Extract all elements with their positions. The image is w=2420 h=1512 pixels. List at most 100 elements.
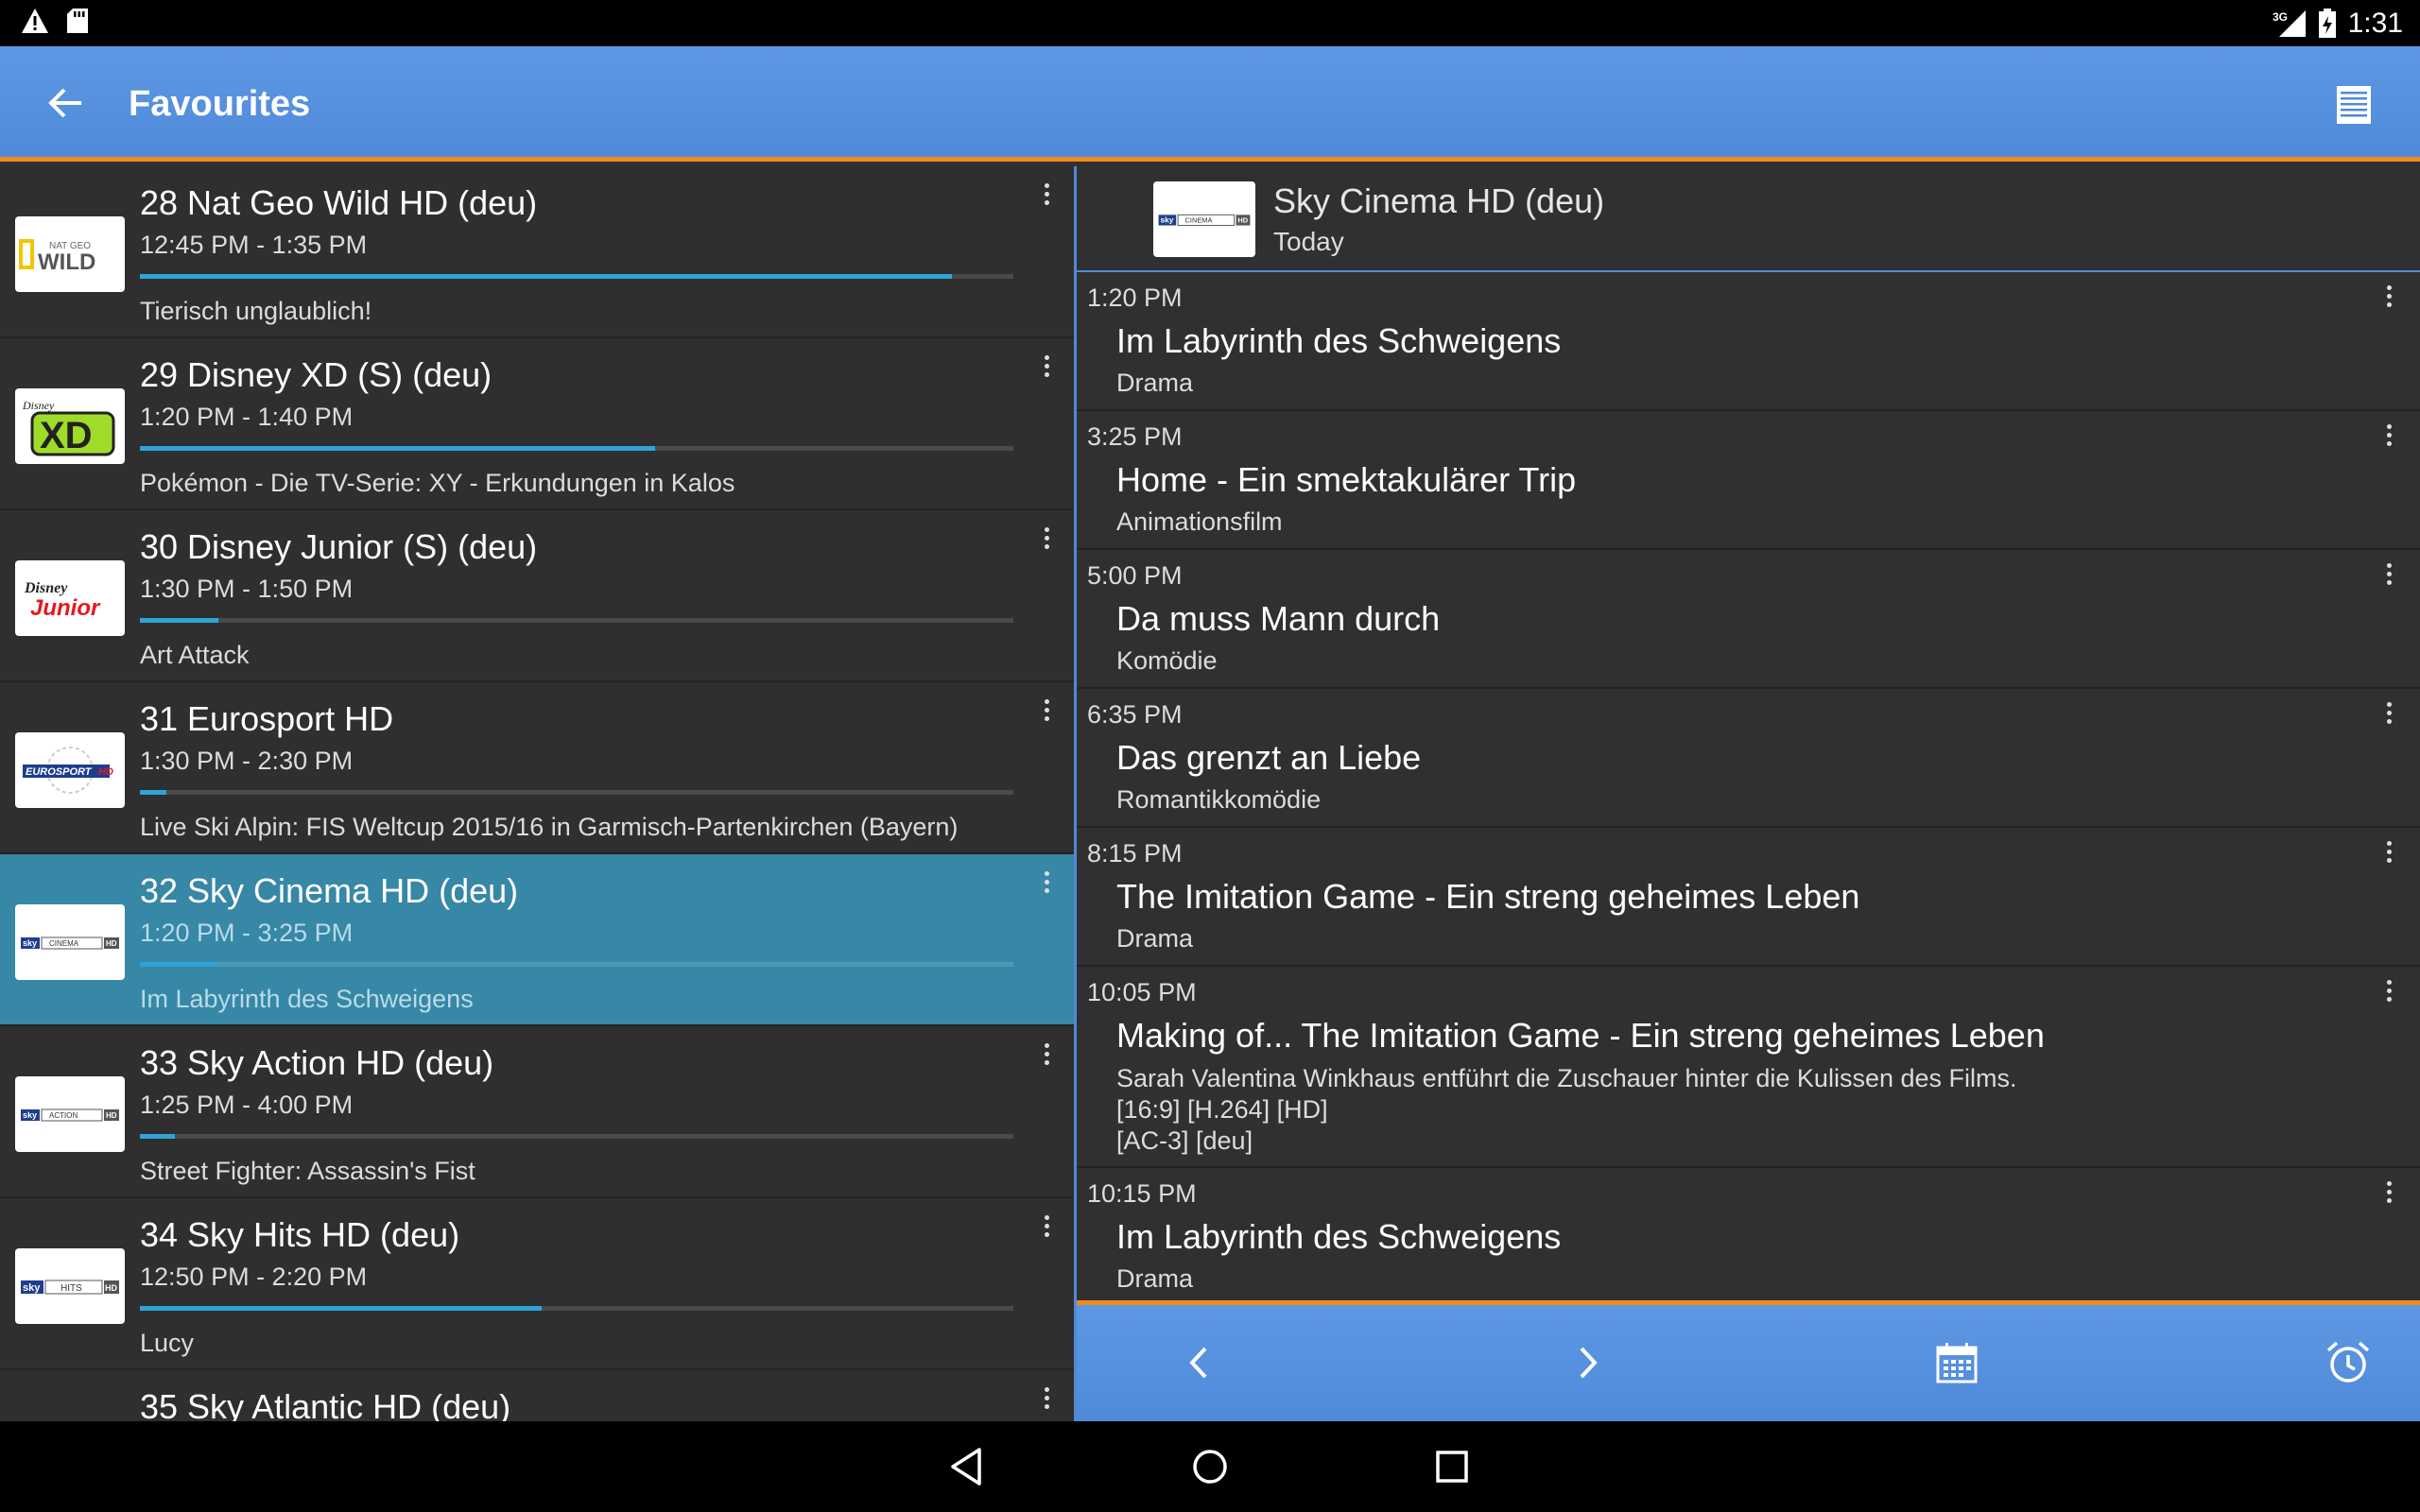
logo-text: HITS	[60, 1283, 82, 1294]
current-show: Live Ski Alpin: FIS Weltcup 2015/16 in G…	[140, 813, 959, 841]
program-genre: Romantikkomödie	[1116, 785, 1322, 814]
progress-fill	[140, 962, 219, 967]
program-item[interactable]: 10:05 PM Making of... The Imitation Game…	[1077, 967, 2420, 1168]
channel-row[interactable]: Disney Junior 30 Disney Junior (S) (deu)…	[0, 510, 1074, 682]
more-options-icon[interactable]	[1042, 355, 1051, 384]
logo-text: sky	[23, 1282, 41, 1294]
more-options-icon[interactable]	[2384, 702, 2394, 730]
channel-time: 1:20 PM - 1:40 PM	[140, 403, 354, 431]
channel-row[interactable]: sky ACTION HD 33 Sky Action HD (deu) 1:2…	[0, 1026, 1074, 1198]
program-description: Sarah Valentina Winkhaus entführt die Zu…	[1116, 1063, 2017, 1157]
guide-toolbar	[1077, 1300, 2420, 1421]
more-options-icon[interactable]	[2384, 841, 2394, 869]
more-options-icon[interactable]	[2384, 1181, 2394, 1210]
program-item[interactable]: 10:15 PM Im Labyrinth des Schweigens Dra…	[1077, 1168, 2420, 1307]
program-time: 8:15 PM	[1087, 839, 1183, 868]
next-day-icon[interactable]	[1564, 1339, 1612, 1386]
logo-text: sky	[23, 938, 37, 948]
logo-text: HD	[98, 766, 113, 778]
program-time: 10:15 PM	[1087, 1179, 1197, 1208]
program-time: 3:25 PM	[1087, 422, 1183, 451]
channel-time: 12:50 PM - 2:20 PM	[140, 1263, 368, 1291]
program-title: Im Labyrinth des Schweigens	[1116, 1217, 1562, 1256]
list-view-icon[interactable]	[2335, 84, 2373, 126]
current-show: Art Attack	[140, 641, 250, 669]
channel-row[interactable]: NAT GEO WILD 28 Nat Geo Wild HD (deu) 12…	[0, 166, 1074, 338]
more-options-icon[interactable]	[2384, 980, 2394, 1008]
channel-name: 30 Disney Junior (S) (deu)	[140, 527, 538, 566]
logo-text: WILD	[38, 249, 95, 275]
warning-icon	[22, 9, 48, 33]
guide-day: Today	[1273, 227, 1344, 256]
channel-row[interactable]: EUROSPORT HD 31 Eurosport HD 1:30 PM - 2…	[0, 682, 1074, 854]
clock: 1:31	[2347, 7, 2403, 39]
more-options-icon[interactable]	[1042, 1215, 1051, 1244]
logo-text: CINEMA	[1185, 216, 1213, 225]
channel-logo-disney-xd: Disney XD	[15, 388, 125, 464]
program-title: Home - Ein smektakulärer Trip	[1116, 460, 1577, 499]
current-show: Street Fighter: Assassin's Fist	[140, 1157, 475, 1185]
more-options-icon[interactable]	[2384, 424, 2394, 453]
program-item[interactable]: 1:20 PM Im Labyrinth des Schweigens Dram…	[1077, 272, 2420, 411]
channel-name: 35 Sky Atlantic HD (deu)	[140, 1387, 511, 1421]
nav-home-icon[interactable]	[1187, 1444, 1233, 1489]
channel-time: 1:25 PM - 4:00 PM	[140, 1091, 354, 1119]
channel-logo-sky-hits-hd: sky HITS HD	[15, 1248, 125, 1324]
program-title: Im Labyrinth des Schweigens	[1116, 321, 1562, 360]
channel-name: 29 Disney XD (S) (deu)	[140, 355, 493, 394]
description-line: [16:9] [H.264] [HD]	[1116, 1095, 1328, 1124]
previous-day-icon[interactable]	[1175, 1339, 1222, 1386]
status-bar: 3G 1:31	[0, 0, 2420, 46]
more-options-icon[interactable]	[1042, 1387, 1051, 1416]
back-arrow-icon[interactable]	[45, 82, 87, 124]
more-options-icon[interactable]	[1042, 871, 1051, 900]
alarm-clock-icon[interactable]	[2325, 1339, 2372, 1386]
channel-time: 12:45 PM - 1:35 PM	[140, 231, 368, 259]
channel-name: 31 Eurosport HD	[140, 699, 394, 738]
more-options-icon[interactable]	[1042, 527, 1051, 556]
logo-text: Disney	[22, 399, 55, 412]
channel-name: 32 Sky Cinema HD (deu)	[140, 871, 519, 910]
progress-bar	[140, 962, 1013, 967]
current-show: Pokémon - Die TV-Serie: XY - Erkundungen…	[140, 469, 735, 497]
channel-logo-sky-cinema-hd: sky CINEMA HD	[15, 904, 125, 980]
program-item[interactable]: 5:00 PM Da muss Mann durch Komödie	[1077, 550, 2420, 689]
logo-text: XD	[40, 415, 93, 456]
calendar-icon[interactable]	[1933, 1339, 1980, 1386]
guide-header: sky CINEMA HD Sky Cinema HD (deu) Today	[1077, 166, 2420, 272]
progress-fill	[140, 790, 166, 795]
channel-list[interactable]: NAT GEO WILD 28 Nat Geo Wild HD (deu) 12…	[0, 166, 1074, 1421]
more-options-icon[interactable]	[1042, 699, 1051, 728]
current-show: Im Labyrinth des Schweigens	[140, 985, 474, 1013]
logo-text: HD	[106, 939, 117, 948]
program-title: Das grenzt an Liebe	[1116, 738, 1422, 777]
program-time: 6:35 PM	[1087, 700, 1183, 729]
progress-bar	[140, 1306, 1013, 1311]
channel-row[interactable]: Disney XD 29 Disney XD (S) (deu) 1:20 PM…	[0, 338, 1074, 510]
channel-time: 1:30 PM - 1:50 PM	[140, 575, 354, 603]
logo-text: sky	[23, 1110, 37, 1120]
progress-fill	[140, 1306, 543, 1311]
nav-recents-icon[interactable]	[1429, 1444, 1475, 1489]
navigation-bar	[0, 1421, 2420, 1512]
more-options-icon[interactable]	[1042, 183, 1051, 212]
more-options-icon[interactable]	[1042, 1043, 1051, 1072]
program-item[interactable]: 8:15 PM The Imitation Game - Ein streng …	[1077, 828, 2420, 967]
channel-name: 34 Sky Hits HD (deu)	[140, 1215, 460, 1254]
channel-logo-sky-cinema-hd: sky CINEMA HD	[1153, 181, 1255, 257]
logo-text: ACTION	[49, 1111, 78, 1120]
progress-bar	[140, 274, 1013, 279]
program-guide: sky CINEMA HD Sky Cinema HD (deu) Today …	[1077, 166, 2420, 1421]
more-options-icon[interactable]	[2384, 563, 2394, 592]
channel-row[interactable]: sky HITS HD 34 Sky Hits HD (deu) 12:50 P…	[0, 1198, 1074, 1370]
channel-row[interactable]: 35 Sky Atlantic HD (deu)	[0, 1370, 1074, 1421]
progress-bar	[140, 446, 1013, 451]
logo-text: Junior	[30, 595, 101, 621]
progress-bar	[140, 618, 1013, 623]
nav-back-icon[interactable]	[945, 1444, 991, 1489]
program-item[interactable]: 6:35 PM Das grenzt an Liebe Romantikkomö…	[1077, 689, 2420, 828]
more-options-icon[interactable]	[2384, 285, 2394, 314]
program-item[interactable]: 3:25 PM Home - Ein smektakulärer Trip An…	[1077, 411, 2420, 550]
logo-text: HD	[106, 1111, 117, 1120]
channel-row-selected[interactable]: sky CINEMA HD 32 Sky Cinema HD (deu) 1:2…	[0, 854, 1074, 1026]
